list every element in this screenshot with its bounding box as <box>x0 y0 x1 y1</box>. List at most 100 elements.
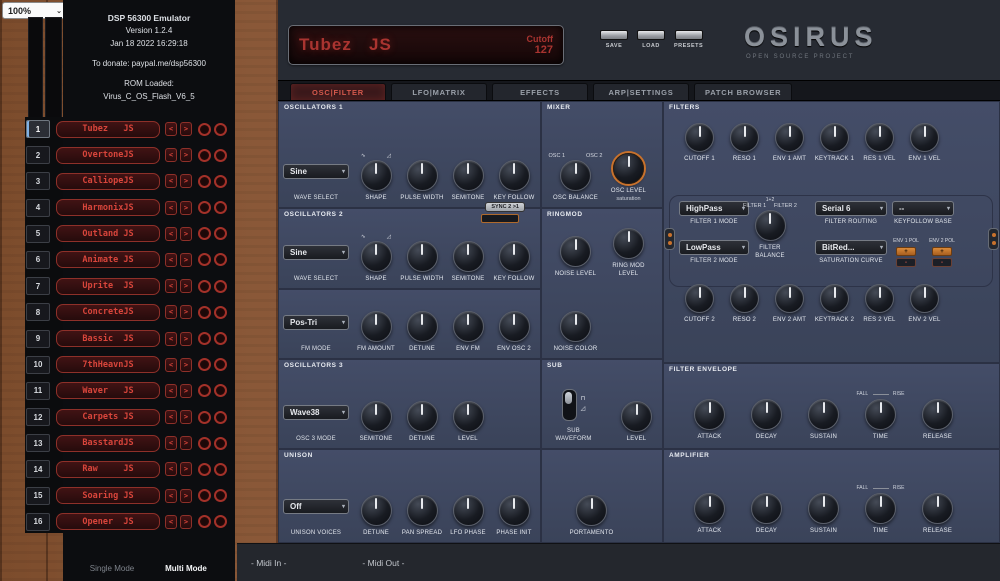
knob-pulse-width[interactable]: PULSE WIDTH <box>399 160 445 203</box>
patch-prev-button[interactable]: < <box>165 515 177 529</box>
tab-effects[interactable]: EFFECTS <box>492 83 588 100</box>
patch-next-button[interactable]: > <box>180 305 192 319</box>
patch-circle-button-a[interactable] <box>198 306 211 319</box>
patch-name-button[interactable]: Tubez JS <box>56 121 160 138</box>
patch-next-button[interactable]: > <box>180 489 192 503</box>
knob-attack[interactable]: ATTACK <box>681 399 738 442</box>
patch-next-button[interactable]: > <box>180 148 192 162</box>
knob-dial[interactable] <box>407 401 438 432</box>
knob-semitone[interactable]: SEMITONE <box>445 241 491 284</box>
knob-key-follow[interactable]: KEY FOLLOW <box>491 241 537 284</box>
patch-name-button[interactable]: Outland JS <box>56 225 160 242</box>
knob-dial[interactable] <box>361 495 392 526</box>
patch-number-cell[interactable]: 10 <box>26 356 50 374</box>
patch-name-button[interactable]: HarmonixJS <box>56 199 160 216</box>
knob-dial[interactable] <box>820 123 849 152</box>
patch-number-cell[interactable]: 13 <box>26 434 50 452</box>
patch-prev-button[interactable]: < <box>165 410 177 424</box>
knob-portamento[interactable]: PORTAMENTO <box>565 495 618 538</box>
patch-prev-button[interactable]: < <box>165 489 177 503</box>
knob-decay[interactable]: DECAY <box>738 493 795 536</box>
osc3-mode-select[interactable]: Wave38▾ OSC 3 MODE <box>283 405 349 444</box>
patch-circle-button-b[interactable] <box>214 515 227 528</box>
patch-circle-button-b[interactable] <box>214 489 227 502</box>
unison-voices-select[interactable]: Off▾ UNISON VOICES <box>283 499 349 538</box>
knob-keytrack-2[interactable]: KEYTRACK 2 <box>812 284 857 325</box>
knob-dial[interactable] <box>685 284 714 313</box>
patch-circle-button-a[interactable] <box>198 227 211 240</box>
patch-name-button[interactable]: 7thHeavnJS <box>56 356 160 373</box>
osc1-wave-select[interactable]: Sine▾ WAVE SELECT <box>283 164 349 203</box>
knob-dial[interactable] <box>613 153 644 184</box>
knob-dial[interactable] <box>865 493 896 524</box>
patch-circle-button-a[interactable] <box>198 175 211 188</box>
patch-name-button[interactable]: ConcreteJS <box>56 304 160 321</box>
patch-circle-button-b[interactable] <box>214 280 227 293</box>
knob-dial[interactable] <box>407 160 438 191</box>
knob-noise-color[interactable]: NOISE COLOR <box>549 311 602 354</box>
knob-phase-init[interactable]: PHASE INIT <box>491 495 537 538</box>
patch-name-button[interactable]: CalliopeJS <box>56 173 160 190</box>
saturation-curve-select[interactable]: BitRed...▾ SATURATION CURVE <box>815 240 887 266</box>
knob-dial[interactable] <box>922 493 953 524</box>
patch-name-button[interactable]: Waver JS <box>56 382 160 399</box>
knob-reso-2[interactable]: RESO 2 <box>722 284 767 325</box>
knob-res-1-vel[interactable]: RES 1 VEL <box>857 123 902 164</box>
env2-polarity-minus-button[interactable]: - <box>932 258 952 267</box>
knob-decay[interactable]: DECAY <box>738 399 795 442</box>
patch-number-cell[interactable]: 16 <box>26 513 50 531</box>
tab-osc-filter[interactable]: OSC|FILTER <box>290 83 386 100</box>
patch-circle-button-b[interactable] <box>214 358 227 371</box>
patch-name-button[interactable]: Opener JS <box>56 513 160 530</box>
knob-fm-amount[interactable]: FM AMOUNT <box>353 311 399 354</box>
knob-dial[interactable] <box>361 401 392 432</box>
patch-number-cell[interactable]: 3 <box>26 172 50 190</box>
knob-detune[interactable]: DETUNE <box>353 495 399 538</box>
patch-next-button[interactable]: > <box>180 122 192 136</box>
tab-lfo-matrix[interactable]: LFO|MATRIX <box>391 83 487 100</box>
knob-dial[interactable] <box>910 123 939 152</box>
knob-dial[interactable] <box>922 399 953 430</box>
knob-dial[interactable] <box>865 284 894 313</box>
knob-level[interactable]: LEVEL <box>445 401 491 444</box>
knob-dial[interactable] <box>560 236 591 267</box>
patch-name-button[interactable]: Animate JS <box>56 251 160 268</box>
patch-circle-button-a[interactable] <box>198 332 211 345</box>
patch-name-button[interactable]: Raw JS <box>56 461 160 478</box>
patch-prev-button[interactable]: < <box>165 305 177 319</box>
knob-reso-1[interactable]: RESO 1 <box>722 123 767 164</box>
knob-time[interactable]: FALLRISETIME <box>852 391 909 442</box>
patch-circle-button-a[interactable] <box>198 463 211 476</box>
knob-detune[interactable]: DETUNE <box>399 311 445 354</box>
knob-dial[interactable] <box>865 399 896 430</box>
knob-dial[interactable] <box>621 401 652 432</box>
knob-dial[interactable] <box>685 123 714 152</box>
knob-release[interactable]: RELEASE <box>909 399 966 442</box>
knob-env-2-vel[interactable]: ENV 2 VEL <box>902 284 947 325</box>
patch-circle-button-a[interactable] <box>198 123 211 136</box>
knob-level[interactable]: LEVEL <box>610 401 663 444</box>
patch-circle-button-a[interactable] <box>198 358 211 371</box>
patch-circle-button-b[interactable] <box>214 463 227 476</box>
knob-noise-level[interactable]: NOISE LEVEL <box>549 236 602 279</box>
patch-next-button[interactable]: > <box>180 174 192 188</box>
patch-next-button[interactable]: > <box>180 515 192 529</box>
knob-dial[interactable] <box>808 399 839 430</box>
knob-ring-mod-level[interactable]: RING MOD LEVEL <box>602 228 655 278</box>
patch-circle-button-a[interactable] <box>198 384 211 397</box>
patch-circle-button-a[interactable] <box>198 437 211 450</box>
knob-dial[interactable] <box>499 311 530 342</box>
knob-cutoff-2[interactable]: CUTOFF 2 <box>677 284 722 325</box>
knob-release[interactable]: RELEASE <box>909 493 966 536</box>
patch-circle-button-b[interactable] <box>214 253 227 266</box>
knob-dial[interactable] <box>613 228 644 259</box>
knob-detune[interactable]: DETUNE <box>399 401 445 444</box>
knob-sustain[interactable]: SUSTAIN <box>795 493 852 536</box>
patch-circle-button-b[interactable] <box>214 123 227 136</box>
patch-name-button[interactable]: Carpets JS <box>56 409 160 426</box>
knob-semitone[interactable]: SEMITONE <box>445 160 491 203</box>
patch-circle-button-a[interactable] <box>198 201 211 214</box>
presets-button[interactable] <box>675 30 703 40</box>
knob-key-follow[interactable]: KEY FOLLOW <box>491 160 537 203</box>
sub-waveform-toggle[interactable] <box>562 389 577 421</box>
